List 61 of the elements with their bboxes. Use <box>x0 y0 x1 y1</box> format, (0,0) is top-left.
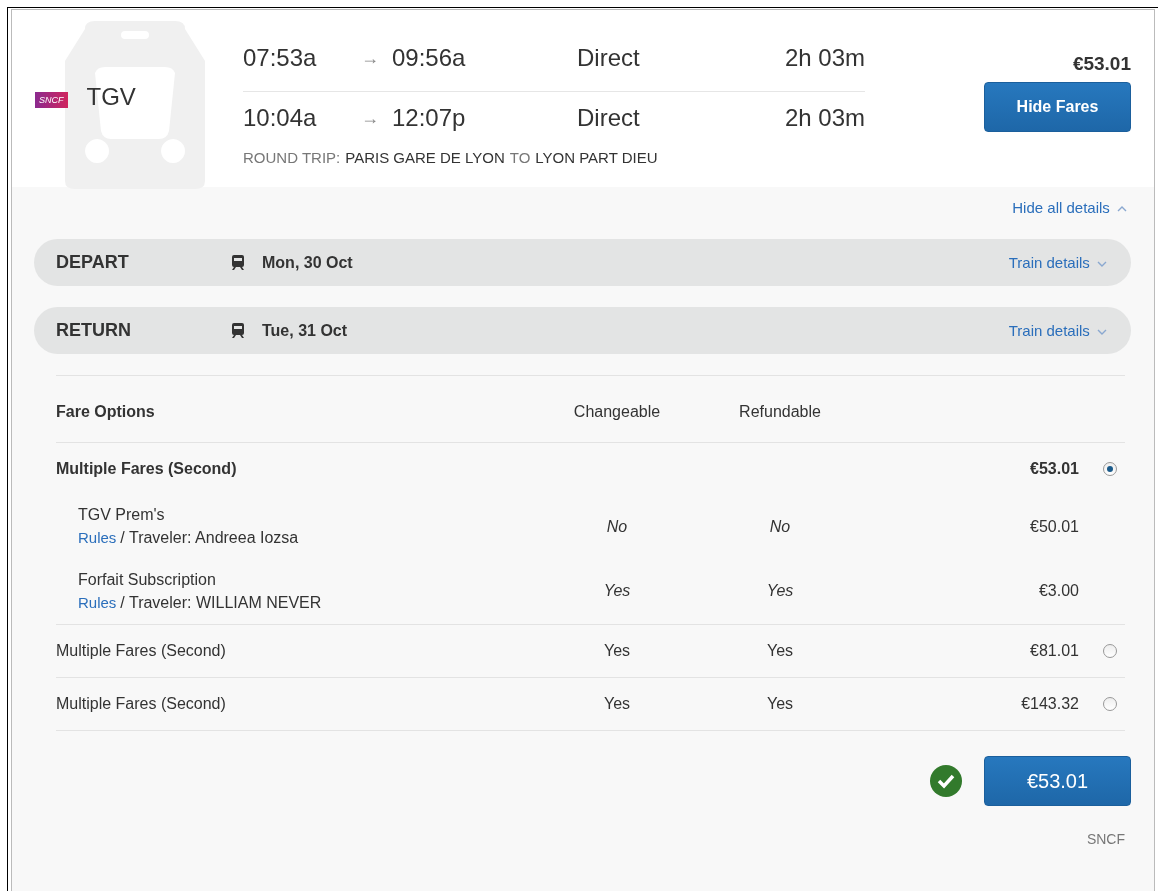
train-details-link[interactable]: Train details <box>1008 254 1107 271</box>
fare-radio[interactable] <box>1103 462 1117 476</box>
provider-label: SNCF <box>1086 831 1125 847</box>
carrier-name: TGV <box>86 82 136 111</box>
hide-fares-button[interactable]: Hide Fares <box>984 82 1131 132</box>
arrow-glyph: → <box>361 48 380 69</box>
fare-radio[interactable] <box>1103 697 1117 711</box>
refundable-value: Yes <box>765 582 795 600</box>
chevron-down-icon <box>1097 329 1107 336</box>
origin-station: PARIS GARE DE LYON <box>345 149 505 166</box>
train-icon <box>65 21 205 189</box>
fare-component-name: TGV Prem's <box>78 506 166 524</box>
refundable-value: Yes <box>765 695 795 713</box>
chevron-down-icon <box>1097 261 1107 268</box>
leg-label: RETURN <box>56 320 132 341</box>
column-header: Changeable <box>572 403 662 421</box>
rules-link[interactable]: Rules <box>78 593 117 611</box>
select-fare-button[interactable]: €53.01 <box>984 756 1131 806</box>
stops-label: Direct <box>577 44 641 72</box>
fare-price: €53.01 <box>1029 460 1079 478</box>
traveler-name: / Traveler: WILLIAM NEVER <box>120 593 322 611</box>
arrival-time: 09:56a <box>392 44 467 72</box>
fare-name: Multiple Fares (Second) <box>56 695 227 713</box>
duration-label: 2h 03m <box>784 44 865 72</box>
column-header: Fare Options <box>56 403 156 421</box>
route-connector: TO <box>509 149 531 166</box>
component-price: €3.00 <box>1037 582 1079 600</box>
refundable-value: Yes <box>765 642 795 660</box>
rules-link[interactable]: Rules <box>78 529 117 546</box>
duration-label: 2h 03m <box>784 104 865 132</box>
departure-time: 07:53a <box>243 44 318 72</box>
changeable-value: Yes <box>602 582 632 600</box>
traveler-name: / Traveler: Andreea Iozsa <box>120 529 299 546</box>
carrier-logo: SNCF <box>35 91 68 108</box>
leg-date: Mon, 30 Oct <box>262 253 353 272</box>
refundable-value: No <box>768 517 792 536</box>
train-icon <box>232 255 244 270</box>
changeable-value: Yes <box>602 695 632 713</box>
stops-label: Direct <box>577 104 641 132</box>
leg-label: DEPART <box>56 252 130 273</box>
fare-price: €143.32 <box>1020 695 1079 713</box>
changeable-value: No <box>605 517 629 536</box>
hide-details-link[interactable]: Hide all details <box>1012 199 1127 239</box>
fare-radio[interactable] <box>1103 644 1117 658</box>
train-details-link[interactable]: Train details <box>1008 322 1107 339</box>
fare-name: Multiple Fares (Second) <box>56 460 238 478</box>
fare-name: Multiple Fares (Second) <box>56 642 227 660</box>
fare-price: €81.01 <box>1029 642 1079 660</box>
leg-date: Tue, 31 Oct <box>262 321 348 340</box>
destination-station: LYON PART DIEU <box>535 149 658 166</box>
arrow-glyph: → <box>361 108 380 129</box>
changeable-value: Yes <box>602 642 632 660</box>
chevron-up-icon <box>1117 206 1127 213</box>
train-icon <box>232 323 244 338</box>
departure-time: 10:04a <box>243 104 318 132</box>
component-price: €50.01 <box>1029 517 1079 536</box>
column-header: Refundable <box>738 403 822 421</box>
total-price: €53.01 <box>1072 53 1131 75</box>
route-label: ROUND TRIP: <box>243 149 341 166</box>
arrival-time: 12:07p <box>392 104 467 132</box>
fare-component-name: Forfait Subscription <box>78 570 217 589</box>
